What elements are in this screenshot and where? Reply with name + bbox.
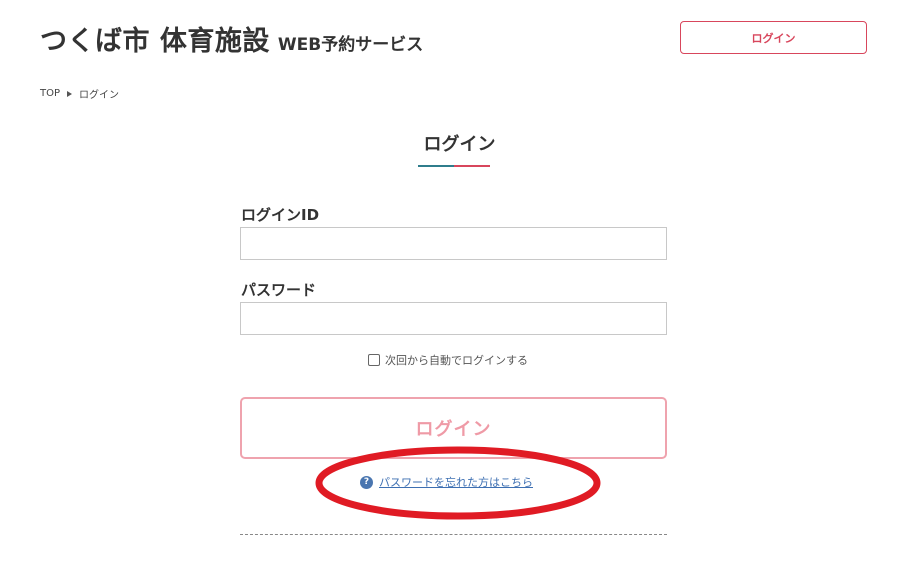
forgot-password-row: ? パスワードを忘れた方はこちら <box>360 474 533 490</box>
site-title[interactable]: つくば市 体育施設 WEB予約サービス <box>40 19 423 58</box>
breadcrumb-arrow-icon <box>67 90 73 97</box>
remember-login-checkbox[interactable] <box>368 354 380 366</box>
page-title: ログイン <box>423 134 496 155</box>
breadcrumb-home-link[interactable]: TOP <box>40 88 60 99</box>
forgot-password-link[interactable]: パスワードを忘れた方はこちら <box>379 474 533 490</box>
password-input[interactable] <box>240 302 667 335</box>
login-submit-button[interactable]: ログイン <box>240 397 667 459</box>
password-label: パスワード <box>241 281 317 299</box>
site-title-sub: WEB予約サービス <box>277 35 424 55</box>
title-underline <box>418 165 490 167</box>
login-page: つくば市 体育施設 WEB予約サービス ログイン TOP ログイン ログイン ロ… <box>0 0 919 565</box>
header-login-button[interactable]: ログイン <box>680 21 867 54</box>
remember-login-option[interactable]: 次回から自動でログインする <box>368 352 528 368</box>
title-underline-teal <box>418 165 454 167</box>
site-title-main: つくば市 体育施設 <box>40 26 270 57</box>
breadcrumb: TOP ログイン <box>40 86 119 101</box>
dashed-divider <box>240 534 667 535</box>
login-id-input[interactable] <box>240 227 667 260</box>
breadcrumb-current: ログイン <box>79 90 120 101</box>
title-underline-red <box>454 165 490 167</box>
question-circle-icon: ? <box>360 475 373 489</box>
login-id-label: ログインID <box>241 206 320 224</box>
remember-login-label: 次回から自動でログインする <box>385 354 528 367</box>
